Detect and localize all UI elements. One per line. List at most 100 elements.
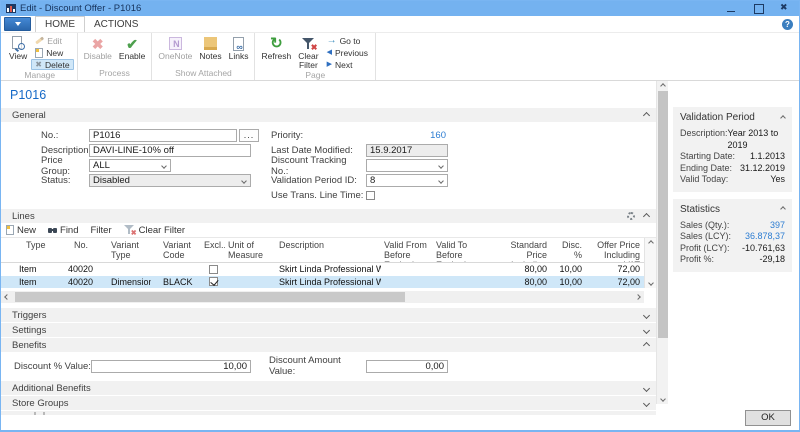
links-icon xyxy=(233,37,244,51)
application-menu-button[interactable] xyxy=(4,17,31,31)
cell-offer-price[interactable]: 72,00 xyxy=(586,264,644,274)
table-row[interactable]: Item 40020 Skirt Linda Professional Wear… xyxy=(1,263,644,276)
table-horizontal-scrollbar[interactable] xyxy=(1,291,644,303)
col-description[interactable]: Description xyxy=(275,238,381,262)
col-variant-type[interactable]: Variant Type xyxy=(99,238,151,262)
cell-disc[interactable]: 10,00 xyxy=(551,264,586,274)
col-no[interactable]: No. xyxy=(58,238,99,262)
factbox-header[interactable]: Statistics xyxy=(680,204,785,215)
delete-button[interactable]: ✖ Delete xyxy=(31,59,73,70)
stat-sales-qty-value[interactable]: 397 xyxy=(770,220,785,232)
col-standard-price[interactable]: Standard Price Including VAT xyxy=(496,238,551,262)
gear-icon[interactable] xyxy=(627,212,635,220)
fasttab-additional-benefits[interactable]: Additional Benefits xyxy=(1,381,656,395)
ok-button[interactable]: OK xyxy=(745,410,791,426)
help-icon[interactable] xyxy=(782,19,793,30)
scroll-down-icon[interactable] xyxy=(660,396,666,402)
col-excl[interactable]: Excl... xyxy=(201,238,225,262)
no-assist-button[interactable]: ... xyxy=(239,129,259,142)
cell-standard-price[interactable]: 80,00 xyxy=(496,277,551,287)
close-icon[interactable] xyxy=(780,4,790,13)
cell-type[interactable]: Item xyxy=(1,264,58,274)
lines-new-button[interactable]: New xyxy=(6,225,36,236)
fasttab-triggers[interactable]: Triggers xyxy=(1,308,656,322)
enable-button[interactable]: ✔ Enable xyxy=(116,34,148,68)
discount-pct-field[interactable]: 10,00 xyxy=(91,360,251,373)
cell-variant-code[interactable]: BLACK xyxy=(151,277,201,287)
lines-filter-button[interactable]: Filter xyxy=(91,225,112,236)
excluded-checkbox[interactable] xyxy=(209,277,218,286)
scroll-right-icon[interactable] xyxy=(632,295,644,299)
notes-button[interactable]: Notes xyxy=(196,34,224,68)
use-trans-line-time-checkbox[interactable] xyxy=(366,191,375,200)
description-field[interactable]: DAVI-LINE-10% off xyxy=(89,144,251,157)
links-button[interactable]: Links xyxy=(226,34,252,68)
cell-variant-type[interactable]: Dimension 1 xyxy=(99,277,151,287)
collapse-icon[interactable] xyxy=(780,206,786,212)
factbox-header[interactable]: Validation Period xyxy=(680,112,785,123)
fasttab-lines[interactable]: Lines xyxy=(1,209,656,223)
fasttab-benefits[interactable]: Benefits xyxy=(1,338,656,352)
minimize-icon[interactable] xyxy=(726,4,736,13)
scroll-up-icon[interactable] xyxy=(660,83,666,89)
disable-button[interactable]: ✖ Disable xyxy=(81,34,115,68)
col-unit-of-measure[interactable]: Unit of Measure xyxy=(225,238,275,262)
col-valid-to[interactable]: Valid To Before Expiration Date xyxy=(433,238,496,262)
col-offer-price[interactable]: Offer Price Including VAT xyxy=(586,238,644,262)
expand-icon[interactable] xyxy=(643,311,650,318)
fasttab-settings[interactable]: Settings xyxy=(1,323,656,337)
collapse-icon[interactable] xyxy=(643,111,650,118)
stat-sales-lcy-label: Sales (LCY): xyxy=(680,231,731,243)
excluded-checkbox[interactable] xyxy=(209,265,218,274)
validation-period-id-select[interactable]: 8 xyxy=(366,174,448,187)
tab-actions[interactable]: ACTIONS xyxy=(85,17,147,32)
lines-clear-filter-button[interactable]: ✖Clear Filter xyxy=(124,224,185,236)
scroll-down-icon[interactable] xyxy=(648,280,654,286)
goto-button[interactable]: → Go to xyxy=(323,35,372,46)
refresh-button[interactable]: ↻ Refresh xyxy=(258,34,294,70)
col-valid-from[interactable]: Valid From Before Expiration Date xyxy=(381,238,433,262)
cell-description[interactable]: Skirt Linda Professional Wear xyxy=(275,264,381,274)
clear-filter-button[interactable]: ✖ Clear Filter xyxy=(295,34,321,70)
collapse-icon[interactable] xyxy=(780,115,786,121)
page-vertical-scrollbar[interactable] xyxy=(656,81,668,404)
col-disc[interactable]: Disc. % xyxy=(551,238,586,262)
collapse-icon[interactable] xyxy=(643,341,650,348)
stat-sales-lcy-value[interactable]: 36.878,37 xyxy=(745,231,785,243)
table-row-selected[interactable]: Item 40020 Dimension 1 BLACK Skirt Linda… xyxy=(1,276,644,289)
view-button[interactable]: View xyxy=(6,34,30,70)
table-vertical-scrollbar[interactable] xyxy=(644,238,656,288)
expand-icon[interactable] xyxy=(643,326,650,333)
discount-amount-field[interactable]: 0,00 xyxy=(366,360,448,373)
cell-no[interactable]: 40020 xyxy=(58,264,99,274)
onenote-button[interactable]: OneNote xyxy=(155,34,195,68)
scroll-up-icon[interactable] xyxy=(648,240,654,246)
col-variant-code[interactable]: Variant Code xyxy=(151,238,201,262)
cell-offer-price[interactable]: 72,00 xyxy=(586,277,644,287)
lines-find-button[interactable]: Find xyxy=(48,225,78,236)
new-button[interactable]: New xyxy=(31,47,73,58)
expand-icon[interactable] xyxy=(643,384,650,391)
no-field[interactable]: P1016 xyxy=(89,129,237,142)
maximize-icon[interactable] xyxy=(753,4,763,13)
discount-tracking-select[interactable] xyxy=(366,159,448,172)
price-group-select[interactable]: ALL xyxy=(89,159,171,172)
next-button[interactable]: ▶ Next xyxy=(323,59,372,70)
fasttab-general[interactable]: General xyxy=(1,108,656,122)
scroll-left-icon[interactable] xyxy=(1,295,13,299)
cell-disc[interactable]: 10,00 xyxy=(551,277,586,287)
status-select[interactable]: Disabled xyxy=(89,174,251,187)
collapse-icon[interactable] xyxy=(643,212,650,219)
cell-description[interactable]: Skirt Linda Professional Wear xyxy=(275,277,381,287)
edit-button[interactable]: Edit xyxy=(31,35,73,46)
scrollbar-thumb[interactable] xyxy=(658,91,668,338)
priority-value[interactable]: 160 xyxy=(366,130,448,141)
cell-standard-price[interactable]: 80,00 xyxy=(496,264,551,274)
tab-home[interactable]: HOME xyxy=(35,16,85,32)
cell-no[interactable]: 40020 xyxy=(58,277,99,287)
col-type[interactable]: Type xyxy=(1,238,58,262)
previous-button[interactable]: ◀ Previous xyxy=(323,47,372,58)
scrollbar-thumb[interactable] xyxy=(15,292,405,302)
cell-type[interactable]: Item xyxy=(1,277,58,287)
chevron-down-icon xyxy=(161,163,167,169)
